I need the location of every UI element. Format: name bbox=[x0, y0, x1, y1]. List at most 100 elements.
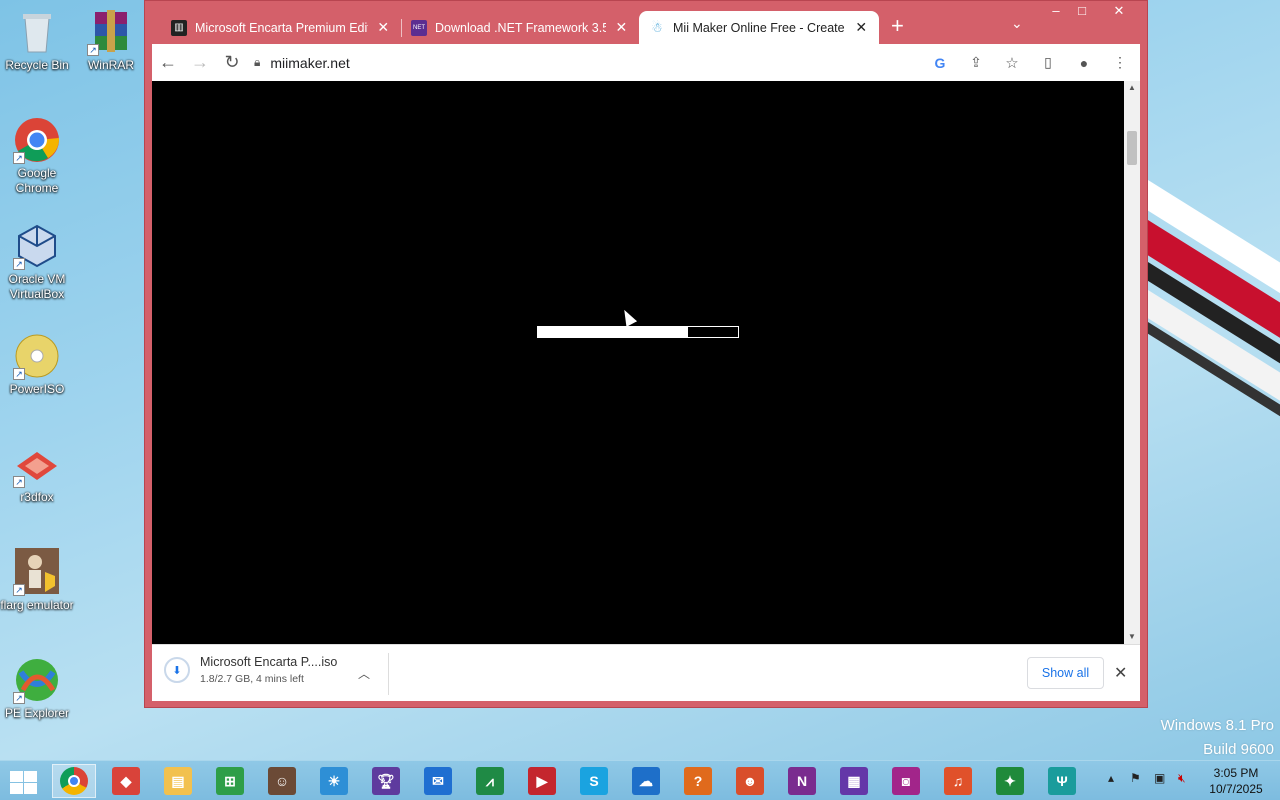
back-arrow-icon[interactable]: ← bbox=[152, 47, 184, 79]
shortcut-arrow-icon: ↗ bbox=[13, 258, 25, 270]
bookmark-star-icon[interactable]: ☆ bbox=[996, 47, 1028, 79]
taskbar-app-skype[interactable]: S bbox=[572, 764, 616, 798]
taskbar-app-store[interactable]: ⊞ bbox=[208, 764, 252, 798]
finance-icon: ⩘ bbox=[476, 767, 504, 795]
tray-overflow-chevron-icon[interactable]: ▴ bbox=[1108, 771, 1114, 785]
recycle-bin-icon bbox=[13, 8, 61, 56]
taskbar-app-games[interactable]: ✦ bbox=[988, 764, 1032, 798]
menu-kebab-icon[interactable]: ⋮ bbox=[1104, 47, 1136, 79]
download-status: 1.8/2.7 GB, 4 mins left bbox=[200, 673, 304, 685]
download-shelf-close-icon[interactable]: ✕ bbox=[1114, 663, 1127, 683]
shortcut-arrow-icon: ↗ bbox=[13, 368, 25, 380]
tab-mii-maker[interactable]: ☃ Mii Maker Online Free - Create M ✕ bbox=[639, 11, 879, 44]
desktop-icon-pe-explorer[interactable]: ↗ PE Explorer bbox=[0, 656, 74, 721]
taskbar-app-mail[interactable]: ✉ bbox=[416, 764, 460, 798]
volume-muted-icon[interactable]: 🔇︎ bbox=[1178, 771, 1186, 786]
r3dfox-icon: ↗ bbox=[13, 440, 61, 488]
scroll-up-icon[interactable]: ▲ bbox=[1124, 81, 1140, 95]
clock-time: 3:05 PM bbox=[1213, 766, 1259, 780]
action-center-flag-icon[interactable]: ⚑ bbox=[1130, 771, 1141, 785]
taskbar-app-video[interactable]: ▶ bbox=[520, 764, 564, 798]
desktop-icon-winrar[interactable]: ↗ WinRAR bbox=[74, 8, 148, 73]
network-icon[interactable]: ▣ bbox=[1154, 771, 1165, 785]
download-item[interactable]: ⬇ Microsoft Encarta P....iso 1.8/2.7 GB,… bbox=[164, 655, 337, 685]
profile-avatar-icon[interactable]: ● bbox=[1068, 47, 1100, 79]
desktop-icon-virtualbox[interactable]: ↗ Oracle VM VirtualBox bbox=[0, 222, 74, 302]
music-icon: ♫ bbox=[944, 767, 972, 795]
page-viewport[interactable] bbox=[152, 81, 1124, 644]
url-text[interactable]: miimaker.net bbox=[270, 55, 349, 71]
page-scrollbar[interactable]: ▲ ▼ bbox=[1124, 81, 1140, 644]
tab-strip: ▥ Microsoft Encarta Premium Editi ✕ NET … bbox=[145, 1, 1147, 44]
reload-icon[interactable]: ↻ bbox=[216, 47, 248, 79]
onenote-icon: N bbox=[788, 767, 816, 795]
help-icon: ? bbox=[684, 767, 712, 795]
google-lens-icon[interactable]: G bbox=[924, 47, 956, 79]
address-bar[interactable]: 🔒︎ miimaker.net bbox=[254, 48, 924, 78]
chrome-icon: ↗ bbox=[13, 116, 61, 164]
chevron-up-icon[interactable]: ︿ bbox=[358, 665, 370, 682]
desktop-icon-flarg-emulator[interactable]: ↗ flarg emulator bbox=[0, 548, 74, 613]
desktop-icon-recycle-bin[interactable]: Recycle Bin bbox=[0, 8, 74, 73]
window-close-icon[interactable]: ✕ bbox=[1106, 3, 1132, 19]
share-icon[interactable]: ⇪ bbox=[960, 47, 992, 79]
flarg-icon: ☺ bbox=[268, 767, 296, 795]
windows-watermark-edition: Windows 8.1 Pro bbox=[1160, 717, 1274, 734]
scrollbar-thumb[interactable] bbox=[1127, 131, 1137, 165]
desktop-icon-poweriso[interactable]: ↗ PowerISO bbox=[0, 332, 74, 397]
taskbar-app-onedrive[interactable]: ☁ bbox=[624, 764, 668, 798]
tab-close-icon[interactable]: ✕ bbox=[614, 19, 629, 36]
tab-close-icon[interactable]: ✕ bbox=[854, 19, 870, 36]
skype-icon: S bbox=[580, 767, 608, 795]
shortcut-arrow-icon: ↗ bbox=[13, 152, 25, 164]
scroll-down-icon[interactable]: ▼ bbox=[1124, 630, 1140, 644]
taskbar-app-finance[interactable]: ⩘ bbox=[468, 764, 512, 798]
taskbar-app-chrome[interactable] bbox=[52, 764, 96, 798]
taskbar-app-r3dfox[interactable]: ◆ bbox=[104, 764, 148, 798]
download-progress-icon: ⬇ bbox=[164, 657, 190, 683]
taskbar-app-trophy[interactable]: 🏆︎ bbox=[364, 764, 408, 798]
shortcut-arrow-icon: ↗ bbox=[13, 692, 25, 704]
loading-progress-fill bbox=[538, 327, 688, 337]
desktop-icon-google-chrome[interactable]: ↗ Google Chrome bbox=[0, 116, 74, 196]
taskbar-app-people[interactable]: ☻ bbox=[728, 764, 772, 798]
side-panel-icon[interactable]: ▯ bbox=[1032, 47, 1064, 79]
onedrive-icon: ☁ bbox=[632, 767, 660, 795]
virtualbox-icon: ↗ bbox=[13, 222, 61, 270]
taskbar-app-food[interactable]: Ψ bbox=[1040, 764, 1084, 798]
tab-close-icon[interactable]: ✕ bbox=[376, 19, 392, 36]
taskbar: ◆ ▤ ⊞ ☺ ☀ 🏆︎ ✉ ⩘ ▶ S ☁? ☻ N ▦ ◙ ♫ ✦ Ψ ▴ ⚑ ▣ 🔇︎ 3:05 PM 10… bbox=[0, 760, 1280, 800]
taskbar-clock[interactable]: 3:05 PM 10/7/2025 bbox=[1196, 765, 1276, 797]
minimize-icon[interactable]: – bbox=[1043, 3, 1069, 18]
video-icon: ▶ bbox=[528, 767, 556, 795]
store-icon: ⊞ bbox=[216, 767, 244, 795]
trophy-icon: 🏆︎ bbox=[372, 767, 400, 795]
tab-search-chevron-icon[interactable]: ⌄ bbox=[1011, 15, 1023, 32]
taskbar-app-help[interactable]: ? bbox=[676, 764, 720, 798]
forward-arrow-icon[interactable]: → bbox=[184, 47, 216, 79]
new-tab-button[interactable]: + bbox=[891, 15, 904, 37]
pe-explorer-icon: ↗ bbox=[13, 656, 61, 704]
clock-date: 10/7/2025 bbox=[1209, 782, 1263, 796]
taskbar-app-camera[interactable]: ◙ bbox=[884, 764, 928, 798]
taskbar-app-file-explorer[interactable]: ▤ bbox=[156, 764, 200, 798]
shortcut-arrow-icon: ↗ bbox=[13, 584, 25, 596]
taskbar-app-onenote[interactable]: N bbox=[780, 764, 824, 798]
maximize-icon[interactable]: □ bbox=[1069, 3, 1095, 18]
download-filename: Microsoft Encarta P....iso bbox=[200, 655, 338, 669]
taskbar-app-calendar[interactable]: ▦ bbox=[832, 764, 876, 798]
show-all-button[interactable]: Show all bbox=[1027, 657, 1104, 689]
tab-encarta[interactable]: ▥ Microsoft Encarta Premium Editi ✕ bbox=[161, 11, 401, 44]
mouse-cursor bbox=[618, 307, 638, 327]
dotnet-icon: NET bbox=[411, 19, 427, 36]
loading-progress-bar bbox=[537, 326, 739, 338]
taskbar-app-weather[interactable]: ☀ bbox=[312, 764, 356, 798]
taskbar-app-music[interactable]: ♫ bbox=[936, 764, 980, 798]
lock-icon[interactable]: 🔒︎ bbox=[254, 55, 260, 70]
start-button[interactable] bbox=[8, 769, 38, 795]
taskbar-app-flarg[interactable]: ☺ bbox=[260, 764, 304, 798]
desktop-icon-r3dfox[interactable]: ↗ r3dfox bbox=[0, 440, 74, 505]
flarg-emulator-icon: ↗ bbox=[13, 548, 61, 596]
tab-dotnet[interactable]: NET Download .NET Framework 3.5 SP ✕ bbox=[401, 11, 639, 44]
camera-icon: ◙ bbox=[892, 767, 920, 795]
